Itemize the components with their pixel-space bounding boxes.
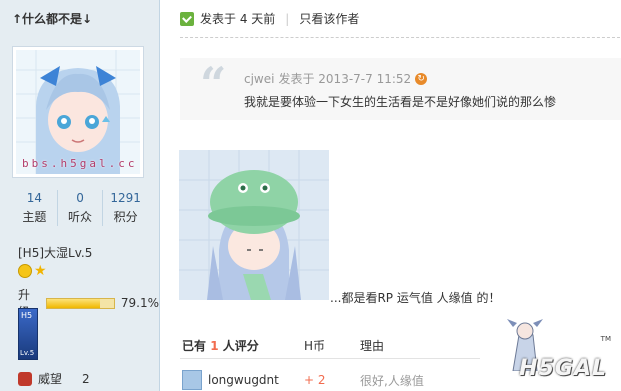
watermark-text: H5GAL (519, 356, 607, 381)
author-name[interactable]: ↑什么都不是↓ (12, 10, 92, 27)
star-icon: ★ (34, 263, 47, 279)
post-image[interactable] (179, 150, 329, 300)
site-watermark: H5GAL TM (499, 315, 611, 385)
rater-name[interactable]: longwugdnt (208, 373, 304, 387)
rating-header: 已有 1 人评分 H币 理由 (182, 337, 482, 354)
post-time: 发表于 4 天前 (200, 12, 276, 26)
rating-row: longwugdnt + 2 很好,人缘值 (182, 370, 424, 390)
avatar-image (16, 50, 140, 174)
avatar-watermark: bbs.h5gal.cc (22, 157, 138, 170)
prestige-label: 威望 (38, 372, 63, 386)
rating-count-number: 1 (210, 339, 219, 353)
prestige: 威望 2 (18, 370, 90, 387)
only-author-link[interactable]: 只看该作者 (299, 10, 359, 27)
quote-author[interactable]: cjwei (244, 72, 274, 86)
user-group[interactable]: [H5]大湿Lv.5 (18, 244, 92, 261)
author-sidebar: ↑什么都不是↓ bbs.h5gal.cc 14 主题 0 听众 1291 积分 … (0, 0, 160, 391)
post-meta: 发表于 4 天前 | 只看该作者 (180, 10, 359, 27)
stat-topics[interactable]: 14 主题 (12, 190, 58, 226)
watermark-tm: TM (600, 335, 611, 343)
quote-header: cjwei 发表于 2013-7-7 11:52 ↻ (244, 70, 428, 87)
rating-col-reason: 理由 (360, 339, 385, 353)
level-progress: 升级 79.1% (18, 286, 159, 320)
post-image-art (179, 150, 329, 300)
divider (180, 358, 480, 359)
rank-badge: H5 Lv.5 (18, 308, 38, 360)
smile-icon (18, 264, 32, 278)
quote-text: 我就是要体验一下女生的生活看是不是好像她们说的那么惨 (244, 95, 557, 109)
online-status-icon (180, 11, 194, 26)
medals: ★ (18, 264, 47, 278)
rater-reason: 很好,人缘值 (360, 373, 424, 388)
rating-count: 已有 1 人评分 (182, 339, 259, 353)
back-to-post-icon[interactable]: ↻ (415, 72, 428, 85)
quote-icon: “ (200, 57, 227, 111)
prestige-icon (18, 371, 32, 386)
quote-block: “ cjwei 发表于 2013-7-7 11:52 ↻ 我就是要体验一下女生的… (180, 58, 621, 120)
avatar[interactable]: bbs.h5gal.cc (12, 46, 144, 178)
rater-score: + 2 (304, 373, 326, 387)
stat-points[interactable]: 1291 积分 (103, 190, 148, 226)
level-bar (46, 297, 115, 309)
level-bar-fill (47, 298, 100, 308)
rating-col-coin: H币 (304, 339, 326, 353)
prestige-value: 2 (82, 371, 90, 386)
user-stats: 14 主题 0 听众 1291 积分 (12, 190, 148, 226)
quote-time: 发表于 2013-7-7 11:52 (278, 72, 412, 86)
stat-listeners[interactable]: 0 听众 (58, 190, 104, 226)
separator: | (285, 11, 290, 26)
post-body-text: ...都是看RP 运气值 人缘值 的！ (330, 291, 501, 305)
level-percent: 79.1% (120, 296, 159, 310)
rater-avatar[interactable] (182, 370, 202, 390)
divider (180, 37, 620, 38)
